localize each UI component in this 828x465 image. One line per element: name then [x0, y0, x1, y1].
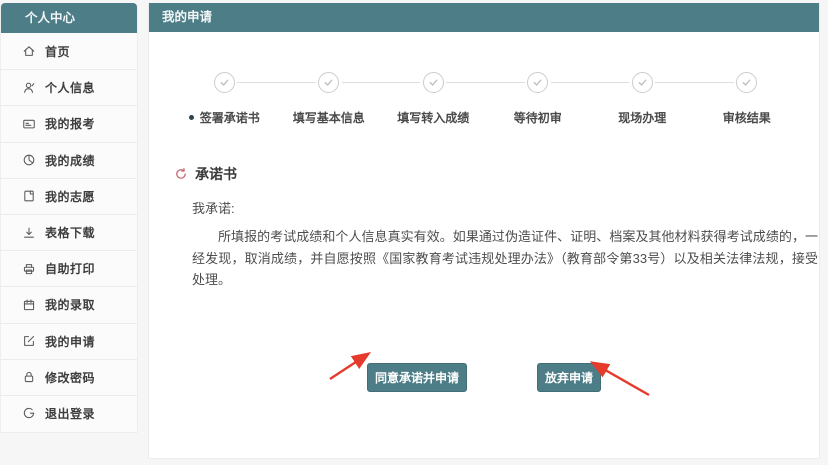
- step-label: 填写基本信息: [293, 109, 365, 126]
- sidebar: 个人中心 首页 个人信息 我的报考 我的成绩 我的志愿: [0, 3, 138, 433]
- abandon-application-button[interactable]: 放弃申请: [537, 363, 601, 392]
- step-sign-commitment: 签署承诺书: [172, 72, 277, 126]
- application-stepper: 签署承诺书 填写基本信息 填写转入成绩 等待初审 现场办理 审核结果: [172, 72, 799, 126]
- document-icon: [21, 189, 36, 204]
- sidebar-item-label: 自助打印: [45, 260, 95, 277]
- logout-icon: [21, 406, 36, 421]
- sidebar-item-label: 我的申请: [45, 333, 95, 350]
- step-label: 现场办理: [618, 109, 666, 126]
- lock-icon: [21, 370, 36, 385]
- sidebar-item-my-registration[interactable]: 我的报考: [1, 105, 137, 141]
- sidebar-item-label: 我的录取: [45, 296, 95, 313]
- sidebar-item-label: 个人信息: [45, 79, 95, 96]
- sidebar-item-logout[interactable]: 退出登录: [1, 395, 137, 431]
- step-label: 填写转入成绩: [397, 109, 469, 126]
- check-circle-icon: [736, 72, 757, 93]
- step-onsite-processing: 现场办理: [590, 72, 695, 126]
- sidebar-item-label: 首页: [45, 43, 70, 60]
- sidebar-item-personal-info[interactable]: 个人信息: [1, 69, 137, 105]
- agree-and-apply-button[interactable]: 同意承诺并申请: [367, 363, 467, 392]
- sidebar-item-label: 我的志愿: [45, 188, 95, 205]
- check-circle-icon: [318, 72, 339, 93]
- sidebar-item-my-application[interactable]: 我的申请: [1, 323, 137, 359]
- calendar-icon: [21, 297, 36, 312]
- sidebar-item-my-admission[interactable]: 我的录取: [1, 286, 137, 322]
- step-label: 签署承诺书: [200, 109, 260, 126]
- pie-chart-icon: [21, 153, 36, 168]
- step-review-result: 审核结果: [695, 72, 800, 126]
- check-circle-icon: [632, 72, 653, 93]
- sidebar-item-my-scores[interactable]: 我的成绩: [1, 142, 137, 178]
- check-circle-icon: [527, 72, 548, 93]
- check-circle-icon: [423, 72, 444, 93]
- main-panel: 我的申请 签署承诺书 填写基本信息 填写转入成绩 等待初审 现场办理: [148, 3, 820, 459]
- step-fill-transfer-scores: 填写转入成绩: [381, 72, 486, 126]
- step-await-initial-review: 等待初审: [486, 72, 591, 126]
- sidebar-title: 个人中心: [1, 3, 137, 33]
- id-card-icon: [21, 116, 36, 131]
- check-circle-icon: [214, 72, 235, 93]
- panel-title: 我的申请: [149, 3, 819, 32]
- refresh-stamp-icon: [174, 167, 188, 181]
- commitment-body: 所填报的考试成绩和个人信息真实有效。如果通过伪造证件、证明、档案及其他材料获得考…: [192, 226, 818, 291]
- sidebar-item-label: 退出登录: [45, 405, 95, 422]
- commitment-title-row: 承诺书: [174, 164, 795, 184]
- sidebar-item-change-password[interactable]: 修改密码: [1, 359, 137, 395]
- step-label: 等待初审: [514, 109, 562, 126]
- step-fill-basic-info: 填写基本信息: [277, 72, 382, 126]
- sidebar-item-label: 表格下载: [45, 224, 95, 241]
- sidebar-item-label: 我的报考: [45, 115, 95, 132]
- sidebar-item-self-print[interactable]: 自助打印: [1, 250, 137, 286]
- sidebar-item-label: 修改密码: [45, 369, 95, 386]
- user-icon: [21, 80, 36, 95]
- edit-icon: [21, 334, 36, 349]
- sidebar-nav: 首页 个人信息 我的报考 我的成绩 我的志愿 表格下载: [1, 33, 137, 431]
- sidebar-item-home[interactable]: 首页: [1, 33, 137, 69]
- printer-icon: [21, 261, 36, 276]
- sidebar-item-my-preferences[interactable]: 我的志愿: [1, 178, 137, 214]
- home-icon: [21, 44, 36, 59]
- sidebar-item-label: 我的成绩: [45, 152, 95, 169]
- action-buttons: 同意承诺并申请 放弃申请: [149, 363, 819, 392]
- current-step-bullet: [189, 115, 194, 120]
- commitment-lead: 我承诺:: [192, 198, 795, 217]
- commitment-section: 承诺书 我承诺: 所填报的考试成绩和个人信息真实有效。如果通过伪造证件、证明、档…: [174, 164, 795, 291]
- commitment-title: 承诺书: [195, 164, 237, 184]
- download-icon: [21, 225, 36, 240]
- step-label: 审核结果: [723, 109, 771, 126]
- page: 个人中心 首页 个人信息 我的报考 我的成绩 我的志愿: [0, 0, 828, 465]
- sidebar-item-form-download[interactable]: 表格下载: [1, 214, 137, 250]
